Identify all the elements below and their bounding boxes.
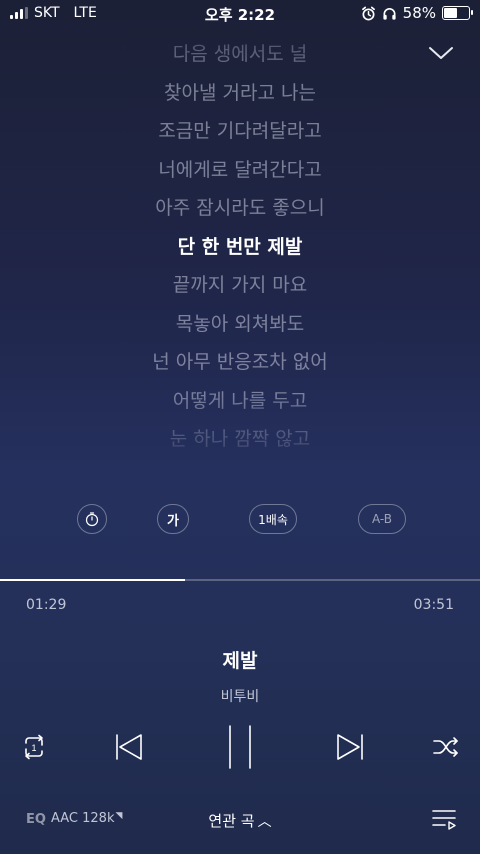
lyric-line[interactable]: 아주 잠시라도 좋으니: [0, 192, 480, 231]
lyric-line[interactable]: 어떻게 나를 두고: [0, 385, 480, 424]
previous-icon[interactable]: [114, 732, 144, 762]
status-bar: SKT LTE 오후 2:22 58%: [0, 0, 480, 28]
repeat-one-icon[interactable]: 1: [20, 733, 48, 761]
playback-speed-button[interactable]: 1배속: [249, 504, 297, 534]
lyric-line[interactable]: 다음 생에서도 널: [0, 38, 480, 77]
pause-icon[interactable]: [222, 724, 258, 770]
sleep-timer-button[interactable]: [77, 504, 107, 534]
lyric-line[interactable]: 찾아낼 거라고 나는: [0, 77, 480, 116]
progress-bar[interactable]: [0, 579, 480, 581]
chevron-up-icon: ︿: [257, 814, 272, 830]
related-songs-label: 연관 곡: [208, 812, 255, 830]
progress-fill: [0, 579, 185, 581]
total-time: 03:51: [413, 597, 454, 613]
lyric-line[interactable]: 목놓아 외쳐봐도: [0, 308, 480, 347]
lyric-line[interactable]: 눈 하나 깜짝 않고: [0, 423, 480, 462]
alarm-icon: [361, 6, 375, 20]
lyric-options: 가 1배속 A-B: [0, 504, 480, 536]
battery-icon: [442, 6, 473, 20]
lyric-line[interactable]: 넌 아무 반응조차 없어: [0, 346, 480, 385]
status-right: 58%: [361, 4, 473, 22]
repeat-badge: 1: [31, 743, 36, 753]
song-title: 제발: [222, 650, 258, 672]
battery-percent: 58%: [402, 4, 436, 22]
current-time: 01:29: [26, 597, 67, 613]
headphones-icon: [383, 7, 396, 20]
lyric-line-current[interactable]: 단 한 번만 제발: [0, 231, 480, 270]
playlist-icon[interactable]: [432, 808, 456, 830]
lyric-line[interactable]: 너에게로 달려간다고: [0, 154, 480, 193]
related-songs-button[interactable]: 연관 곡 ︿: [0, 810, 480, 831]
font-size-button[interactable]: 가: [157, 504, 189, 534]
timer-icon: [85, 512, 99, 527]
song-artist[interactable]: 비투비: [0, 686, 480, 706]
lyric-line[interactable]: 끝까지 가지 마요: [0, 269, 480, 308]
lyric-line[interactable]: 조금만 기다려달라고: [0, 115, 480, 154]
shuffle-icon[interactable]: [432, 733, 460, 761]
lyrics-panel[interactable]: 다음 생에서도 널 찾아낼 거라고 나는 조금만 기다려달라고 너에게로 달려간다고 아…: [0, 38, 480, 478]
next-icon[interactable]: [335, 732, 365, 762]
ab-repeat-button[interactable]: A-B: [358, 504, 406, 534]
